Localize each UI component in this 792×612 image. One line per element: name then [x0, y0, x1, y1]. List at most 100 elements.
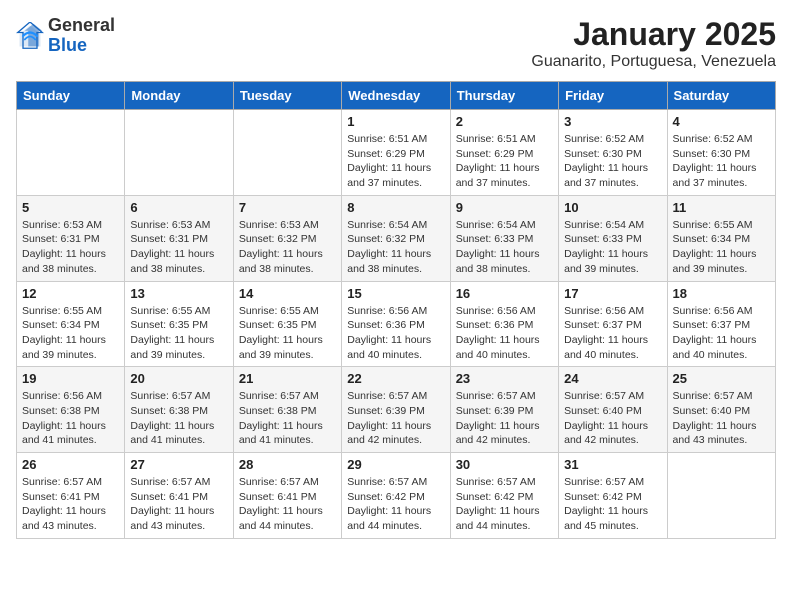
- day-number: 30: [456, 457, 553, 472]
- day-number: 14: [239, 286, 336, 301]
- calendar-cell: 21 Sunrise: 6:57 AMSunset: 6:38 PMDayligh…: [233, 367, 341, 453]
- day-info: Sunrise: 6:51 AMSunset: 6:29 PMDaylight:…: [456, 132, 553, 191]
- page-title: January 2025: [531, 16, 776, 53]
- calendar-cell: 13Sunrise: 6:55 AMSunset: 6:35 PMDayligh…: [125, 281, 233, 367]
- day-number: 28: [239, 457, 336, 472]
- weekday-header: Saturday: [667, 82, 775, 110]
- day-info: Sunrise: 6:52 AMSunset: 6:30 PMDaylight:…: [564, 132, 661, 191]
- calendar-cell: 18 Sunrise: 6:56 AMSunset: 6:37 PMDayligh…: [667, 281, 775, 367]
- title-block: January 2025 Guanarito, Portuguesa, Vene…: [531, 16, 776, 71]
- logo-blue-text: Blue: [48, 35, 87, 55]
- calendar-cell: 7 Sunrise: 6:53 AMSunset: 6:32 PMDaylight…: [233, 195, 341, 281]
- day-info: Sunrise: 6:56 AMSunset: 6:38 PMDaylight:…: [22, 389, 119, 448]
- day-number: 10: [564, 200, 661, 215]
- day-number: 5: [22, 200, 119, 215]
- day-number: 18: [673, 286, 770, 301]
- calendar-cell: 9 Sunrise: 6:54 AMSunset: 6:33 PMDaylight…: [450, 195, 558, 281]
- weekday-header: Thursday: [450, 82, 558, 110]
- day-info: Sunrise: 6:52 AMSunset: 6:30 PMDaylight:…: [673, 132, 770, 191]
- day-number: 26: [22, 457, 119, 472]
- calendar-cell: 28 Sunrise: 6:57 AMSunset: 6:41 PMDayligh…: [233, 453, 341, 539]
- day-number: 19: [22, 371, 119, 386]
- calendar-header-row: SundayMondayTuesdayWednesdayThursdayFrid…: [17, 82, 776, 110]
- calendar-cell: 19 Sunrise: 6:56 AMSunset: 6:38 PMDayligh…: [17, 367, 125, 453]
- day-number: 16: [456, 286, 553, 301]
- day-number: 1: [347, 114, 444, 129]
- calendar-cell: 4 Sunrise: 6:52 AMSunset: 6:30 PMDaylight…: [667, 110, 775, 196]
- day-info: Sunrise: 6:55 AMSunset: 6:34 PMDaylight:…: [673, 218, 770, 277]
- calendar-cell: 20Sunrise: 6:57 AMSunset: 6:38 PMDayligh…: [125, 367, 233, 453]
- weekday-header: Sunday: [17, 82, 125, 110]
- day-info: Sunrise: 6:55 AMSunset: 6:34 PMDaylight:…: [22, 304, 119, 363]
- day-info: Sunrise: 6:54 AMSunset: 6:32 PMDaylight:…: [347, 218, 444, 277]
- day-number: 13: [130, 286, 227, 301]
- calendar-cell: 17 Sunrise: 6:56 AMSunset: 6:37 PMDayligh…: [559, 281, 667, 367]
- logo-text: General Blue: [48, 16, 115, 56]
- weekday-header: Friday: [559, 82, 667, 110]
- day-number: 23: [456, 371, 553, 386]
- weekday-header: Monday: [125, 82, 233, 110]
- day-number: 8: [347, 200, 444, 215]
- calendar-cell: [17, 110, 125, 196]
- calendar-cell: 25 Sunrise: 6:57 AMSunset: 6:40 PMDayligh…: [667, 367, 775, 453]
- day-number: 17: [564, 286, 661, 301]
- calendar-week-row: 12 Sunrise: 6:55 AMSunset: 6:34 PMDayligh…: [17, 281, 776, 367]
- calendar-week-row: 19 Sunrise: 6:56 AMSunset: 6:38 PMDayligh…: [17, 367, 776, 453]
- calendar-cell: 22 Sunrise: 6:57 AMSunset: 6:39 PMDayligh…: [342, 367, 450, 453]
- day-number: 4: [673, 114, 770, 129]
- day-number: 2: [456, 114, 553, 129]
- day-info: Sunrise: 6:57 AMSunset: 6:39 PMDaylight:…: [347, 389, 444, 448]
- day-number: 15: [347, 286, 444, 301]
- day-number: 7: [239, 200, 336, 215]
- day-info: Sunrise: 6:51 AMSunset: 6:29 PMDaylight:…: [347, 132, 444, 191]
- day-info: Sunrise: 6:56 AMSunset: 6:37 PMDaylight:…: [564, 304, 661, 363]
- day-number: 9: [456, 200, 553, 215]
- day-info: Sunrise: 6:54 AMSunset: 6:33 PMDaylight:…: [564, 218, 661, 277]
- day-info: Sunrise: 6:57 AMSunset: 6:42 PMDaylight:…: [347, 475, 444, 534]
- day-number: 12: [22, 286, 119, 301]
- calendar-cell: 16 Sunrise: 6:56 AMSunset: 6:36 PMDayligh…: [450, 281, 558, 367]
- day-number: 25: [673, 371, 770, 386]
- calendar-cell: 27Sunrise: 6:57 AMSunset: 6:41 PMDayligh…: [125, 453, 233, 539]
- calendar-cell: 15Sunrise: 6:56 AMSunset: 6:36 PMDayligh…: [342, 281, 450, 367]
- calendar-cell: 2 Sunrise: 6:51 AMSunset: 6:29 PMDaylight…: [450, 110, 558, 196]
- day-number: 29: [347, 457, 444, 472]
- day-number: 21: [239, 371, 336, 386]
- day-info: Sunrise: 6:56 AMSunset: 6:36 PMDaylight:…: [456, 304, 553, 363]
- logo-general-text: General: [48, 15, 115, 35]
- calendar-cell: 24Sunrise: 6:57 AMSunset: 6:40 PMDayligh…: [559, 367, 667, 453]
- page-subtitle: Guanarito, Portuguesa, Venezuela: [531, 53, 776, 71]
- day-info: Sunrise: 6:54 AMSunset: 6:33 PMDaylight:…: [456, 218, 553, 277]
- day-info: Sunrise: 6:57 AMSunset: 6:40 PMDaylight:…: [673, 389, 770, 448]
- day-number: 22: [347, 371, 444, 386]
- calendar-cell: 30 Sunrise: 6:57 AMSunset: 6:42 PMDayligh…: [450, 453, 558, 539]
- calendar-cell: 29 Sunrise: 6:57 AMSunset: 6:42 PMDayligh…: [342, 453, 450, 539]
- day-number: 3: [564, 114, 661, 129]
- page-header: General Blue January 2025 Guanarito, Por…: [16, 16, 776, 71]
- day-info: Sunrise: 6:55 AMSunset: 6:35 PMDaylight:…: [239, 304, 336, 363]
- calendar-cell: [667, 453, 775, 539]
- day-number: 11: [673, 200, 770, 215]
- calendar-week-row: 1 Sunrise: 6:51 AMSunset: 6:29 PMDaylight…: [17, 110, 776, 196]
- calendar-cell: [233, 110, 341, 196]
- calendar-cell: 23Sunrise: 6:57 AMSunset: 6:39 PMDayligh…: [450, 367, 558, 453]
- day-number: 6: [130, 200, 227, 215]
- day-info: Sunrise: 6:57 AMSunset: 6:41 PMDaylight:…: [22, 475, 119, 534]
- day-number: 20: [130, 371, 227, 386]
- calendar-table: SundayMondayTuesdayWednesdayThursdayFrid…: [16, 81, 776, 539]
- day-info: Sunrise: 6:57 AMSunset: 6:38 PMDaylight:…: [239, 389, 336, 448]
- day-info: Sunrise: 6:53 AMSunset: 6:32 PMDaylight:…: [239, 218, 336, 277]
- day-info: Sunrise: 6:56 AMSunset: 6:37 PMDaylight:…: [673, 304, 770, 363]
- logo: General Blue: [16, 16, 115, 56]
- day-info: Sunrise: 6:53 AMSunset: 6:31 PMDaylight:…: [22, 218, 119, 277]
- calendar-cell: 5 Sunrise: 6:53 AMSunset: 6:31 PMDaylight…: [17, 195, 125, 281]
- calendar-cell: 12 Sunrise: 6:55 AMSunset: 6:34 PMDayligh…: [17, 281, 125, 367]
- day-info: Sunrise: 6:57 AMSunset: 6:41 PMDaylight:…: [239, 475, 336, 534]
- day-info: Sunrise: 6:57 AMSunset: 6:42 PMDaylight:…: [564, 475, 661, 534]
- day-number: 24: [564, 371, 661, 386]
- day-info: Sunrise: 6:57 AMSunset: 6:42 PMDaylight:…: [456, 475, 553, 534]
- calendar-cell: 26 Sunrise: 6:57 AMSunset: 6:41 PMDayligh…: [17, 453, 125, 539]
- weekday-header: Wednesday: [342, 82, 450, 110]
- calendar-cell: 11 Sunrise: 6:55 AMSunset: 6:34 PMDayligh…: [667, 195, 775, 281]
- calendar-week-row: 5 Sunrise: 6:53 AMSunset: 6:31 PMDaylight…: [17, 195, 776, 281]
